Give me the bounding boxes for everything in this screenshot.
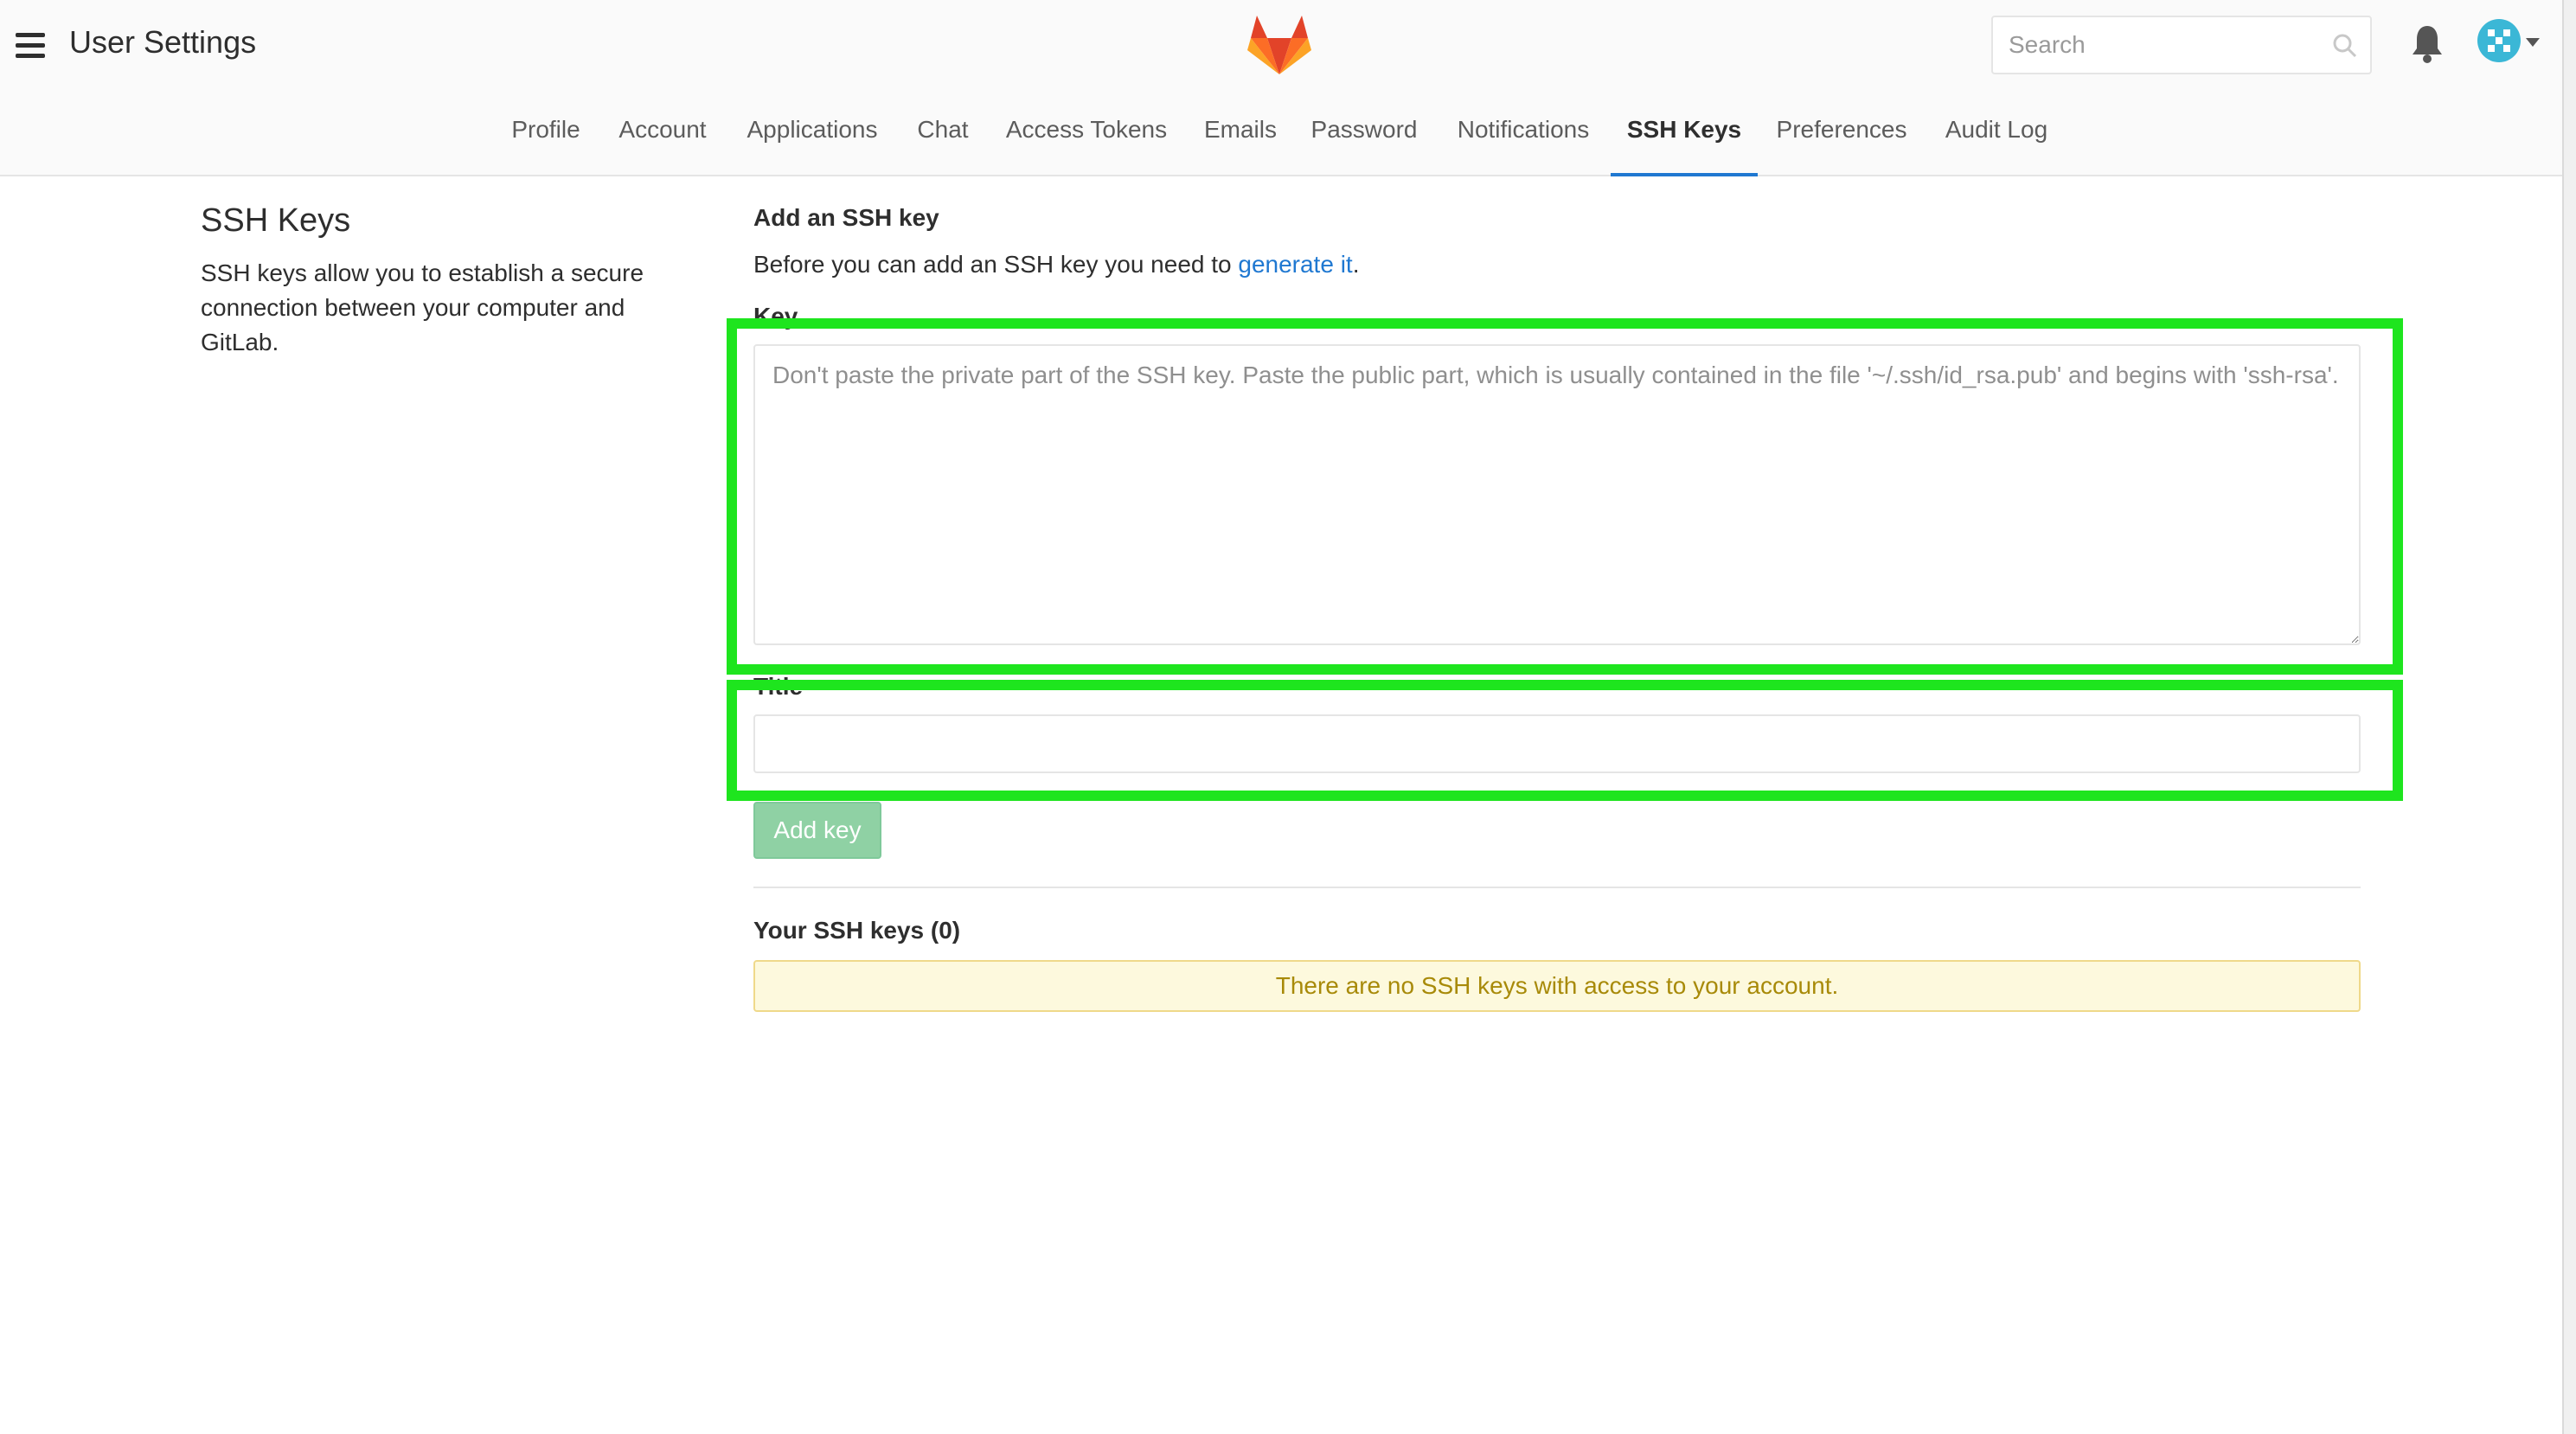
form-heading: Add an SSH key — [753, 204, 939, 231]
tab-audit-log[interactable]: Audit Log — [1941, 116, 2052, 176]
scrollbar[interactable] — [2562, 0, 2576, 1434]
gitlab-logo[interactable] — [1246, 12, 1313, 76]
section-title: SSH Keys — [201, 202, 351, 239]
tab-chat[interactable]: Chat — [915, 116, 971, 176]
search-icon — [2333, 34, 2357, 58]
tab-account[interactable]: Account — [616, 116, 709, 176]
settings-tabs: Profile Account Applications Chat Access… — [0, 100, 2576, 176]
instruction-text: Before you can add an SSH key you need t… — [753, 251, 1239, 278]
instruction-suffix: . — [1352, 251, 1360, 278]
tab-ssh-keys[interactable]: SSH Keys — [1611, 116, 1758, 176]
avatar[interactable] — [2477, 19, 2521, 62]
divider — [753, 887, 2361, 888]
ssh-keys-list-heading: Your SSH keys (0) — [753, 917, 961, 944]
chevron-down-icon[interactable] — [2526, 38, 2540, 47]
menu-icon[interactable] — [16, 33, 45, 58]
search-field[interactable] — [1991, 16, 2372, 74]
tab-password[interactable]: Password — [1310, 116, 1419, 176]
tab-emails[interactable]: Emails — [1202, 116, 1278, 176]
section-description: SSH keys allow you to establish a secure… — [201, 259, 644, 355]
tab-access-tokens[interactable]: Access Tokens — [1002, 116, 1171, 176]
top-header: User Settings Profile Account Applicatio… — [0, 0, 2576, 176]
tab-preferences[interactable]: Preferences — [1773, 116, 1910, 176]
bell-icon[interactable] — [2410, 24, 2445, 64]
form-instruction: Before you can add an SSH key you need t… — [753, 251, 1359, 278]
tab-notifications[interactable]: Notifications — [1451, 116, 1595, 176]
key-textarea[interactable] — [753, 344, 2361, 645]
search-input[interactable] — [1993, 17, 2320, 73]
tab-applications[interactable]: Applications — [742, 116, 882, 176]
title-input[interactable] — [753, 714, 2361, 773]
title-label: Title — [753, 673, 804, 700]
tab-profile[interactable]: Profile — [510, 116, 581, 176]
empty-keys-alert: There are no SSH keys with access to you… — [753, 960, 2361, 1012]
page-title: User Settings — [69, 24, 257, 60]
add-key-button[interactable]: Add key — [753, 802, 881, 859]
key-label: Key — [753, 303, 798, 330]
generate-it-link[interactable]: generate it — [1238, 251, 1352, 278]
